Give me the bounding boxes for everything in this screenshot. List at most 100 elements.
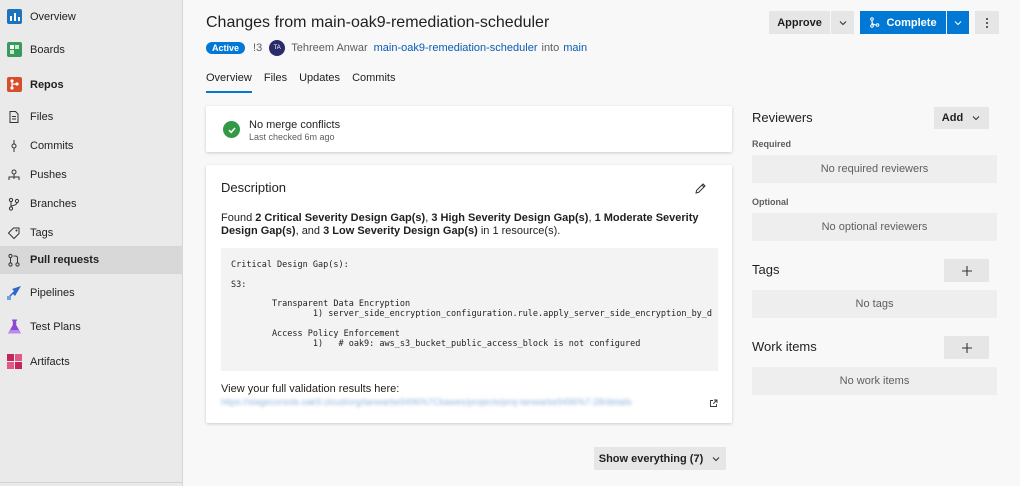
description-title: Description [221, 180, 287, 195]
optional-reviewers-label: Optional [752, 197, 789, 207]
code-line: Transparent Data Encryption [231, 299, 411, 309]
external-link-icon[interactable] [709, 397, 718, 411]
work-items-empty: No work items [752, 367, 997, 395]
sidebar-item-overview[interactable]: Overview [0, 2, 183, 31]
sidebar-item-test-plans[interactable]: Test Plans [0, 312, 183, 341]
description-text: Found 2 Critical Severity Design Gap(s),… [221, 212, 721, 238]
check-circle-icon [223, 121, 240, 138]
into-label: into [541, 42, 560, 54]
work-items-title: Work items [752, 339, 817, 354]
add-reviewer-label: Add [941, 112, 964, 124]
approve-dropdown-button[interactable] [831, 11, 854, 34]
pencil-icon [695, 183, 706, 194]
tab-commits[interactable]: Commits [352, 72, 395, 93]
pr-tabs: Overview Files Updates Commits [206, 72, 407, 93]
required-reviewers-label: Required [752, 139, 792, 149]
flask-icon [6, 318, 23, 335]
pr-meta: Active !3 TA Tehreem Anwar main-oak9-rem… [206, 40, 587, 56]
chevron-down-icon [954, 20, 962, 25]
complete-button[interactable]: Complete [860, 11, 946, 34]
add-reviewer-button[interactable]: Add [934, 107, 989, 129]
sidebar-item-repos[interactable]: Repos [0, 70, 183, 99]
sidebar: Overview Boards Repos Files Commits Push… [0, 0, 183, 486]
merge-status-title: No merge conflicts [249, 119, 341, 131]
status-badge: Active [206, 42, 246, 54]
tab-files[interactable]: Files [264, 72, 287, 93]
tab-updates[interactable]: Updates [299, 72, 340, 93]
show-everything-label: Show everything (7) [598, 452, 704, 465]
sidebar-item-label: Artifacts [30, 355, 70, 368]
add-work-item-button[interactable] [944, 336, 989, 359]
code-block: Critical Design Gap(s): S3: Transparent … [221, 248, 718, 371]
sidebar-item-label: Commits [30, 139, 74, 152]
repos-icon [6, 76, 23, 93]
more-actions-button[interactable] [975, 11, 999, 34]
avatar[interactable]: TA [269, 40, 286, 56]
sidebar-item-pushes[interactable]: Pushes [0, 160, 183, 189]
pr-id: !3 [253, 42, 263, 54]
tags-title: Tags [752, 262, 780, 277]
sidebar-item-label: Tags [30, 226, 54, 239]
sidebar-divider [0, 482, 183, 483]
merge-icon [870, 17, 880, 28]
approve-button[interactable]: Approve [769, 11, 830, 34]
tab-overview[interactable]: Overview [206, 72, 252, 93]
low-count: 3 Low Severity Design Gap(s) [323, 225, 478, 237]
reviewers-title: Reviewers [752, 110, 813, 125]
optional-reviewers-empty: No optional reviewers [752, 213, 997, 241]
sidebar-item-pipelines[interactable]: Pipelines [0, 278, 183, 307]
author-name[interactable]: Tehreem Anwar [291, 42, 367, 54]
add-tag-button[interactable] [944, 259, 989, 282]
sidebar-item-pull-requests[interactable]: Pull requests [0, 246, 183, 274]
validation-results-label: View your full validation results here: [221, 383, 400, 395]
main-content: Changes from main-oak9-remediation-sched… [184, 0, 1020, 486]
sidebar-item-label: Pushes [30, 168, 67, 181]
sidebar-item-tags[interactable]: Tags [0, 218, 183, 247]
description-text-part: , and [295, 225, 324, 237]
description-text-part: Found [221, 212, 256, 224]
sidebar-item-label: Boards [30, 43, 65, 56]
complete-dropdown-button[interactable] [947, 11, 969, 34]
required-reviewers-empty: No required reviewers [752, 155, 997, 183]
sidebar-item-commits[interactable]: Commits [0, 131, 183, 160]
code-line: S3: [231, 280, 247, 290]
pull-request-icon [7, 253, 21, 267]
sidebar-item-label: Pull requests [30, 254, 100, 266]
code-line: Access Policy Enforcement [231, 329, 400, 339]
page-title: Changes from main-oak9-remediation-sched… [206, 14, 550, 31]
code-line: 1) # oak9: aws_s3_bucket_public_access_b… [231, 339, 641, 349]
target-branch-link[interactable]: main [563, 42, 587, 54]
code-line: Critical Design Gap(s): [231, 260, 349, 270]
merge-status-card: No merge conflicts Last checked 6m ago [206, 106, 732, 152]
sidebar-item-label: Overview [30, 10, 76, 23]
description-text-part: in 1 resource(s). [477, 225, 561, 237]
plus-icon [961, 342, 972, 353]
sidebar-item-artifacts[interactable]: Artifacts [0, 347, 183, 376]
sidebar-item-label: Files [30, 110, 54, 123]
push-icon [7, 168, 21, 182]
edit-description-button[interactable] [694, 182, 707, 198]
sidebar-item-label: Pipelines [30, 286, 75, 299]
chevron-down-icon [712, 456, 720, 461]
sidebar-item-label: Branches [30, 197, 77, 210]
code-line: 1) server_side_encryption_configuration.… [231, 309, 713, 319]
more-vertical-icon [986, 17, 988, 28]
plus-icon [961, 265, 972, 276]
sidebar-item-boards[interactable]: Boards [0, 35, 183, 64]
overview-icon [6, 8, 23, 25]
source-branch-link[interactable]: main-oak9-remediation-scheduler [374, 42, 538, 54]
validation-results-link[interactable]: https://stagecorsole.oak9.cloud/org/tanw… [221, 397, 706, 408]
merge-status-subtitle: Last checked 6m ago [249, 132, 335, 142]
boards-icon [6, 41, 23, 58]
sidebar-item-branches[interactable]: Branches [0, 189, 183, 218]
file-icon [7, 110, 21, 124]
sidebar-item-files[interactable]: Files [0, 102, 183, 131]
tag-icon [7, 226, 21, 240]
sidebar-item-label: Test Plans [30, 320, 81, 333]
artifacts-icon [6, 353, 23, 370]
high-count: 3 High Severity Design Gap(s) [431, 212, 589, 224]
pr-actions: Approve Complete [769, 11, 999, 34]
show-everything-button[interactable]: Show everything (7) [594, 447, 726, 470]
sidebar-item-label: Repos [30, 78, 64, 91]
pipelines-icon [6, 284, 23, 301]
